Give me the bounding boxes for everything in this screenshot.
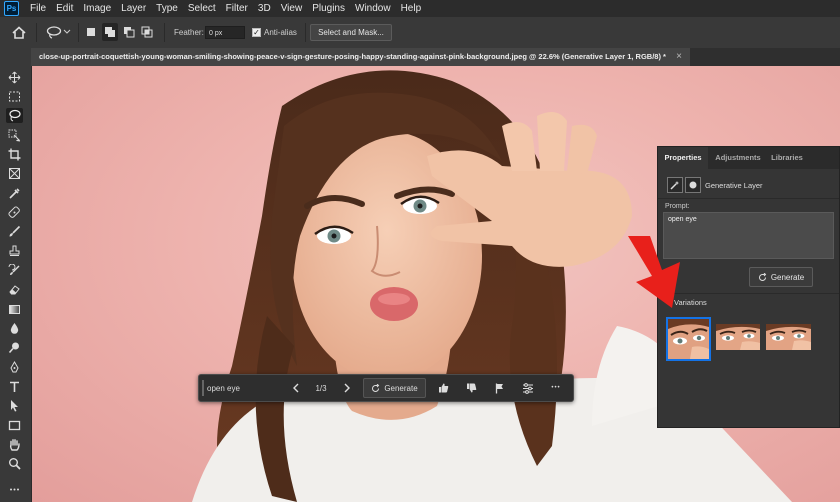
tools-panel [0, 48, 32, 502]
thumbs-down-icon[interactable] [461, 375, 481, 401]
object-select-tool-icon[interactable] [6, 128, 23, 143]
taskbar-prompt-input[interactable]: open eye [207, 375, 281, 401]
path-select-tool-icon[interactable] [6, 398, 23, 413]
generative-layer-icon [667, 177, 683, 193]
contextual-task-bar: open eye 1/3 Generate ••• [198, 374, 574, 402]
photoshop-logo: Ps [4, 1, 19, 16]
brush-tool-icon[interactable] [6, 224, 23, 239]
add-to-selection-icon[interactable] [102, 23, 118, 41]
gradient-tool-icon[interactable] [6, 302, 23, 317]
feather-label: Feather: [174, 28, 204, 37]
lasso-preset-icon[interactable] [44, 23, 72, 41]
menu-file[interactable]: File [25, 0, 51, 17]
layer-mask-icon [685, 177, 701, 193]
panel-generate-icon [758, 272, 767, 281]
tab-libraries[interactable]: Libraries [768, 147, 806, 169]
variation-counter: 1/3 [315, 383, 327, 393]
menu-filter[interactable]: Filter [221, 0, 253, 17]
select-and-mask-button[interactable]: Select and Mask... [310, 24, 392, 41]
dodge-tool-icon[interactable] [6, 340, 23, 355]
prompt-label: Prompt: [665, 203, 690, 210]
variation-thumbnail-1[interactable] [666, 317, 711, 361]
close-tab-icon[interactable]: × [676, 51, 682, 62]
generate-icon [372, 383, 380, 392]
panel-generate-label: Generate [770, 272, 805, 282]
eyedropper-tool-icon[interactable] [6, 186, 23, 201]
menu-edit[interactable]: Edit [51, 0, 78, 17]
taskbar-generate-label: Generate [384, 383, 418, 393]
clone-stamp-tool-icon[interactable] [6, 244, 23, 259]
zoom-tool-icon[interactable] [6, 456, 23, 471]
menu-plugins[interactable]: Plugins [307, 0, 350, 17]
type-tool-icon[interactable] [6, 379, 23, 394]
blur-tool-icon[interactable] [6, 321, 23, 336]
move-tool-icon[interactable] [6, 70, 23, 85]
options-bar: Feather: 0 px ✓ Anti-alias Select and Ma… [0, 17, 840, 49]
document-tab-title: close-up-portrait-coquettish-young-woman… [39, 52, 666, 61]
hand-tool-icon[interactable] [6, 437, 23, 452]
menu-image[interactable]: Image [78, 0, 116, 17]
menu-window[interactable]: Window [350, 0, 396, 17]
tab-adjustments[interactable]: Adjustments [710, 147, 766, 169]
document-tab[interactable]: close-up-portrait-coquettish-young-woman… [31, 48, 690, 66]
frame-tool-icon[interactable] [6, 166, 23, 181]
taskbar-generate-button[interactable]: Generate [363, 378, 426, 398]
pen-tool-icon[interactable] [6, 360, 23, 375]
menu-view[interactable]: View [276, 0, 308, 17]
panel-generate-button[interactable]: Generate [749, 267, 813, 287]
intersect-selection-icon[interactable] [140, 23, 154, 41]
menu-type[interactable]: Type [151, 0, 183, 17]
menu-3d[interactable]: 3D [253, 0, 276, 17]
home-icon[interactable] [8, 23, 30, 41]
spot-healing-tool-icon[interactable] [6, 205, 23, 220]
variation-thumbnail-2[interactable] [716, 324, 760, 350]
next-variation-icon[interactable] [339, 375, 355, 401]
antialias-checkbox[interactable]: ✓ [252, 28, 261, 37]
more-tools-icon[interactable] [6, 482, 23, 497]
previous-variation-icon[interactable] [287, 375, 303, 401]
layer-type-label: Generative Layer [705, 181, 763, 190]
tab-properties[interactable]: Properties [658, 147, 708, 169]
menu-select[interactable]: Select [183, 0, 221, 17]
new-selection-icon[interactable] [84, 23, 98, 41]
thumbs-up-icon[interactable] [433, 375, 453, 401]
variation-thumbnail-3[interactable] [766, 324, 811, 350]
menu-help[interactable]: Help [396, 0, 427, 17]
antialias-label: Anti-alias [264, 28, 297, 37]
menu-bar: Ps File Edit Image Layer Type Select Fil… [0, 0, 840, 17]
red-arrow-annotation [628, 236, 680, 308]
menu-layer[interactable]: Layer [116, 0, 151, 17]
adjust-settings-icon[interactable] [517, 375, 539, 401]
rectangle-tool-icon[interactable] [6, 418, 23, 433]
eraser-tool-icon[interactable] [6, 282, 23, 297]
prompt-textarea[interactable]: open eye [663, 212, 834, 259]
history-brush-tool-icon[interactable] [6, 263, 23, 278]
subtract-selection-icon[interactable] [122, 23, 136, 41]
report-flag-icon[interactable] [489, 375, 509, 401]
marquee-tool-icon[interactable] [6, 89, 23, 104]
crop-tool-icon[interactable] [6, 147, 23, 162]
lasso-tool-icon[interactable] [6, 108, 23, 123]
feather-input[interactable]: 0 px [205, 26, 245, 39]
drag-handle[interactable] [202, 380, 204, 396]
more-options-icon[interactable]: ••• [545, 375, 567, 401]
